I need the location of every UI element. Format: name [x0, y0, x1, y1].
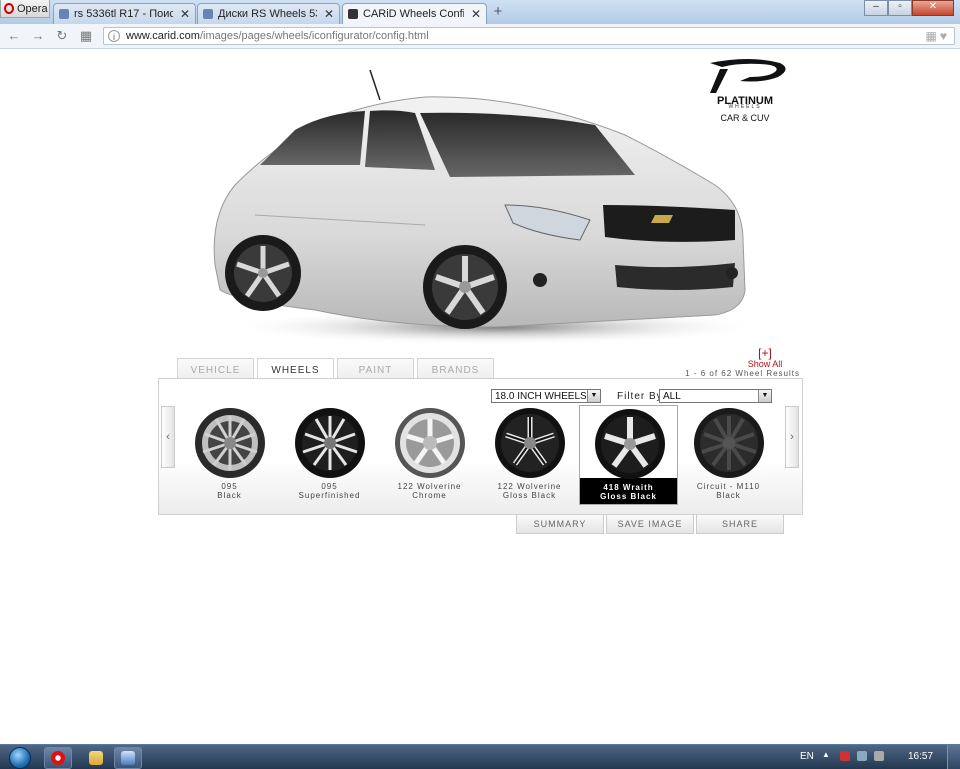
language-indicator[interactable]: EN [800, 751, 814, 762]
reload-icon[interactable]: ↻ [54, 28, 70, 44]
speed-dial-grid-icon[interactable]: ▦ [78, 28, 94, 44]
wheel-finish: Superfinished [298, 491, 361, 500]
wheel-name: 122 Wolverine [497, 482, 562, 491]
next-arrow-icon[interactable]: › [785, 406, 799, 468]
opera-menu-label: Opera [17, 3, 48, 15]
clock[interactable]: 16:57 [908, 751, 933, 762]
wheel-name: 095 [321, 482, 338, 491]
wheel-thumbnail-icon [595, 409, 665, 479]
wheel-finish: Black [217, 491, 242, 500]
browser-tab-carid[interactable]: CARiD Wheels Configurato ✕ [342, 3, 487, 25]
windows-taskbar: EN ▲ 16:57 [0, 744, 960, 769]
browser-tab-label: rs 5336tl R17 - Поиск в Go [74, 8, 173, 20]
wheel-thumbnail-icon [295, 408, 365, 478]
tab-vehicle[interactable]: VEHICLE [177, 358, 254, 379]
wheel-finish: Black [716, 491, 741, 500]
wheel-thumbnail-icon [195, 408, 265, 478]
tab-favicon-icon [203, 9, 213, 19]
show-all-plus: [+] [758, 346, 772, 360]
minimize-icon[interactable]: – [864, 0, 888, 16]
browser-tab-label: Диски RS Wheels 5336TL - [218, 8, 317, 20]
chevron-down-icon: ▼ [758, 390, 771, 402]
show-desktop-button[interactable] [947, 745, 960, 769]
wheel-thumbnail-icon [694, 408, 764, 478]
forward-arrow-icon[interactable]: → [30, 28, 46, 44]
wheel-name: Circuit - M110 [696, 482, 761, 491]
tab-paint[interactable]: PAINT [337, 358, 414, 379]
site-info-icon[interactable]: i [108, 30, 120, 42]
wheel-thumbnail-icon [495, 408, 565, 478]
wheel-option-095-black[interactable]: 095 Black [180, 405, 279, 505]
wheel-finish: Chrome [412, 491, 447, 500]
new-tab-plus-icon[interactable]: + [490, 4, 506, 20]
windows-logo-icon [9, 747, 31, 769]
tab-brands[interactable]: BRANDS [417, 358, 494, 379]
show-all-label: Show All [747, 359, 783, 369]
wheel-option-122-wolverine-chrome[interactable]: 122 Wolverine Chrome [380, 405, 479, 505]
platinum-wheels-logo: PLATINUM WHEELS CAR & CUV [700, 55, 790, 125]
wheel-name: 418 Wraith [603, 483, 654, 492]
wheel-name: 122 Wolverine [397, 482, 462, 491]
tab-favicon-icon [59, 9, 69, 19]
opera-menu-button[interactable]: Opera [0, 0, 50, 18]
window-controls: – ▫ ✕ [864, 0, 954, 16]
wheel-size-value: 18.0 INCH WHEELS [495, 391, 587, 402]
tab-favicon-icon [348, 9, 358, 19]
save-image-button[interactable]: SAVE IMAGE [606, 515, 694, 534]
platinum-swoosh-icon [710, 59, 786, 93]
filter-select[interactable]: ALL ▼ [659, 389, 772, 403]
summary-button[interactable]: SUMMARY [516, 515, 604, 534]
logo-subtitle: WHEELS [728, 104, 762, 110]
show-all-link[interactable]: [+] Show All [745, 346, 785, 369]
network-icon[interactable] [857, 751, 867, 761]
folder-icon [89, 751, 103, 765]
url-path: /images/pages/wheels/iconfigurator/confi… [199, 30, 429, 42]
close-tab-icon[interactable]: ✕ [471, 7, 481, 21]
close-tab-icon[interactable]: ✕ [324, 7, 334, 21]
share-button[interactable]: SHARE [696, 515, 784, 534]
logo-category: CAR & CUV [720, 113, 770, 123]
chevron-down-icon: ▼ [587, 390, 600, 402]
wheel-option-circuit-m110-black[interactable]: Circuit - M110 Black [679, 405, 778, 505]
opera-logo-icon [4, 3, 14, 14]
vehicle-preview-image [195, 65, 765, 355]
prev-arrow-icon[interactable]: ‹ [161, 406, 175, 468]
browser-tab-bar: Opera rs 5336tl R17 - Поиск в Go ✕ Диски… [0, 0, 960, 25]
taskbar-opera[interactable] [44, 747, 72, 769]
close-window-icon[interactable]: ✕ [912, 0, 954, 16]
browser-tab-label: CARiD Wheels Configurato [363, 8, 464, 20]
wheel-finish: Gloss Black [600, 492, 657, 501]
taskbar-network-app[interactable] [114, 747, 142, 769]
wheel-option-418-wraith-gloss-black[interactable]: 418 Wraith Gloss Black [579, 405, 678, 505]
url-domain: www.carid.com [126, 30, 200, 42]
taskbar-explorer[interactable] [82, 747, 110, 769]
opera-icon [51, 751, 65, 765]
wheel-name: 095 [221, 482, 238, 491]
show-hidden-icons-icon[interactable]: ▲ [822, 750, 830, 759]
start-button[interactable] [4, 745, 34, 769]
wheel-thumbnail-icon [395, 408, 465, 478]
action-center-flag-icon[interactable] [840, 751, 850, 761]
tab-wheels[interactable]: WHEELS [257, 358, 334, 379]
close-tab-icon[interactable]: ✕ [180, 7, 190, 21]
browser-tab-rswheels[interactable]: Диски RS Wheels 5336TL - ✕ [197, 3, 340, 24]
back-arrow-icon[interactable]: ← [6, 28, 22, 44]
computer-icon [121, 751, 135, 765]
address-bar-row: ← → ↻ ▦ i www.carid.com/images/pages/whe… [0, 24, 960, 49]
browser-tab-search[interactable]: rs 5336tl R17 - Поиск в Go ✕ [53, 3, 196, 24]
wheel-option-122-wolverine-gloss-black[interactable]: 122 Wolverine Gloss Black [480, 405, 579, 505]
wheel-option-095-superfinished[interactable]: 095 Superfinished [280, 405, 379, 505]
url-field[interactable]: i www.carid.com/images/pages/wheels/icon… [103, 27, 955, 45]
wheel-size-select[interactable]: 18.0 INCH WHEELS ▼ [491, 389, 601, 403]
maximize-icon[interactable]: ▫ [888, 0, 912, 16]
wheel-results-count: 1 - 6 of 62 Wheel Results [685, 369, 800, 378]
volume-muted-icon[interactable] [874, 751, 884, 761]
bookmark-heart-icon[interactable]: ▦♥ [926, 29, 950, 43]
filter-value: ALL [663, 391, 681, 402]
wheel-finish: Gloss Black [502, 491, 557, 500]
